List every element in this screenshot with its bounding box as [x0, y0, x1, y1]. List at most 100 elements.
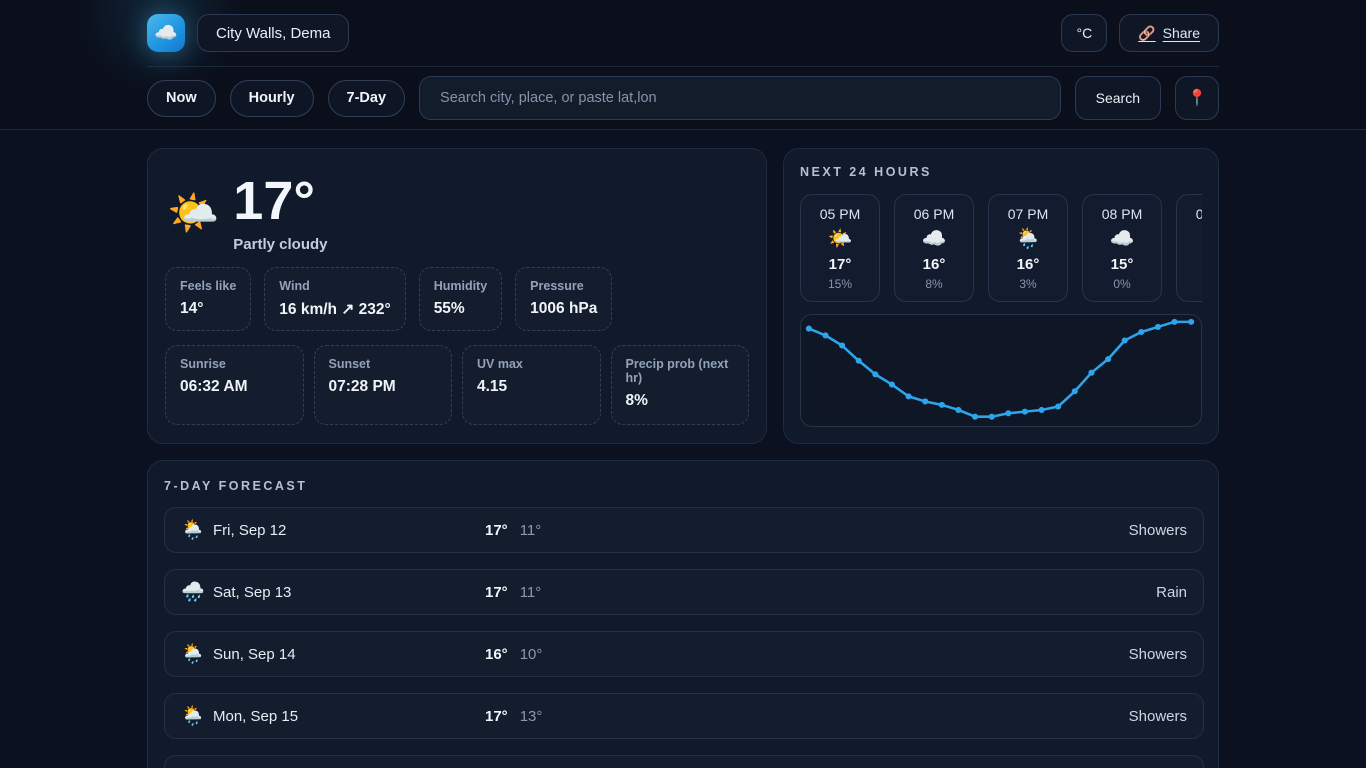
next-24-hours-title: NEXT 24 HOURS	[800, 165, 1202, 179]
stat-tile: Pressure 1006 hPa	[515, 267, 612, 331]
stat-label: Sunset	[329, 357, 438, 371]
stat-value: 14°	[180, 300, 236, 318]
location-chip: City Walls, Dema	[197, 14, 349, 52]
hour-tile: 06 PM ☁️ 16° 8%	[894, 194, 974, 302]
hour-weather-icon: ☁️	[922, 226, 947, 252]
stat-value: 07:28 PM	[329, 378, 438, 396]
stat-label: Pressure	[530, 279, 597, 293]
day-high-temp: 17°	[485, 522, 508, 539]
stat-value: 8%	[626, 392, 735, 410]
hour-time: 09 PM	[1196, 206, 1202, 222]
day-condition: Rain	[1156, 584, 1187, 601]
day-condition: Showers	[1129, 708, 1187, 725]
hour-temp: 16°	[1017, 256, 1040, 273]
hour-weather-icon: 🌤️	[828, 226, 853, 252]
stat-tile: Sunrise 06:32 AM	[165, 345, 304, 425]
hour-precip: 0%	[1113, 277, 1130, 291]
app-logo: ☁️	[147, 14, 185, 52]
forecast-day-row[interactable]: 🌦️ Mon, Sep 15 17° 13° Showers	[164, 693, 1204, 739]
day-low-temp: 13°	[520, 708, 543, 725]
day-date: Mon, Sep 15	[213, 708, 485, 725]
stat-label: UV max	[477, 357, 586, 371]
day-date: Fri, Sep 12	[213, 522, 485, 539]
current-stats-row2: Sunrise 06:32 AM Sunset 07:28 PM UV max …	[165, 345, 749, 425]
nav-tab[interactable]: Hourly	[230, 80, 314, 117]
nav-tab[interactable]: 7-Day	[328, 80, 406, 117]
share-button[interactable]: 🔗 Share	[1119, 14, 1219, 52]
stat-label: Humidity	[434, 279, 487, 293]
partly-cloudy-icon: 🌤️	[167, 192, 219, 234]
current-temperature: 17°	[233, 173, 327, 230]
link-icon: 🔗	[1138, 25, 1155, 42]
share-label: Share	[1163, 25, 1200, 41]
stat-value: 16 km/h ↗ 232°	[279, 300, 390, 319]
hour-time: 07 PM	[1008, 206, 1048, 222]
day-low-temp: 10°	[520, 646, 543, 663]
navbar: Now Hourly 7-Day Search 📍	[147, 67, 1219, 129]
day-high-temp: 16°	[485, 646, 508, 663]
hour-weather-icon: ☁️	[1110, 226, 1135, 252]
hour-tile: 09 PM 🌧️ 15° 0%	[1176, 194, 1202, 302]
stat-label: Feels like	[180, 279, 236, 293]
forecast-day-row[interactable]: 🌦️ Fri, Sep 12 17° 11° Showers	[164, 507, 1204, 553]
stat-value: 1006 hPa	[530, 300, 597, 318]
hour-tile: 08 PM ☁️ 15° 0%	[1082, 194, 1162, 302]
location-label: City Walls, Dema	[216, 25, 330, 42]
hour-tile: 07 PM 🌦️ 16° 3%	[988, 194, 1068, 302]
hour-temp: 17°	[829, 256, 852, 273]
next-24-hours-card: NEXT 24 HOURS 05 PM 🌤️ 17° 15% 06 PM ☁️	[783, 148, 1219, 444]
forecast-day-row[interactable]: 🌧️ Sat, Sep 13 17° 11° Rain	[164, 569, 1204, 615]
stat-label: Sunrise	[180, 357, 289, 371]
app-header: ☁️ City Walls, Dema °C 🔗 Share Now	[0, 0, 1366, 130]
current-weather-card: 🌤️ 17° Partly cloudy Feels like 14°	[147, 148, 767, 444]
stat-tile: Humidity 55%	[419, 267, 502, 331]
day-low-temp: 11°	[520, 584, 542, 601]
stat-value: 4.15	[477, 378, 586, 396]
search-input[interactable]	[419, 76, 1061, 120]
stat-label: Precip prob (next hr)	[626, 357, 735, 385]
day-high-temp: 17°	[485, 584, 508, 601]
hour-precip: 8%	[925, 277, 942, 291]
nav-tab[interactable]: Now	[147, 80, 216, 117]
sparkline-svg	[801, 315, 1201, 426]
day-low-temp: 11°	[520, 522, 542, 539]
forecast-rows: 🌦️ Fri, Sep 12 17° 11° Showers 🌧️ Sat, S…	[164, 507, 1204, 768]
day-high-temp: 17°	[485, 708, 508, 725]
forecast-day-row-partial[interactable]	[164, 755, 1204, 768]
pin-location-button[interactable]: 📍	[1175, 76, 1219, 120]
day-weather-icon: 🌦️	[181, 704, 213, 728]
hour-tile: 05 PM 🌤️ 17° 15%	[800, 194, 880, 302]
current-stats-row1: Feels like 14° Wind 16 km/h ↗ 232° Humid…	[165, 267, 749, 331]
unit-toggle-button[interactable]: °C	[1061, 14, 1107, 52]
stat-value: 55%	[434, 300, 487, 318]
current-condition: Partly cloudy	[233, 236, 327, 253]
stat-tile: Sunset 07:28 PM	[314, 345, 453, 425]
seven-day-forecast-card: 7-DAY FORECAST 🌦️ Fri, Sep 12 17° 11° Sh…	[147, 460, 1219, 768]
hour-temp: 15°	[1111, 256, 1134, 273]
temperature-sparkline-chart	[800, 314, 1202, 427]
forecast-day-row[interactable]: 🌦️ Sun, Sep 14 16° 10° Showers	[164, 631, 1204, 677]
pushpin-icon: 📍	[1187, 88, 1207, 108]
cloud-logo-icon: ☁️	[154, 21, 178, 45]
search-button[interactable]: Search	[1075, 76, 1161, 120]
hour-temp: 16°	[923, 256, 946, 273]
day-date: Sat, Sep 13	[213, 584, 485, 601]
topbar: ☁️ City Walls, Dema °C 🔗 Share	[147, 0, 1219, 67]
day-weather-icon: 🌦️	[181, 642, 213, 666]
stat-tile: Wind 16 km/h ↗ 232°	[264, 267, 405, 331]
hour-time: 08 PM	[1102, 206, 1142, 222]
stat-value: 06:32 AM	[180, 378, 289, 396]
stat-tile: UV max 4.15	[462, 345, 601, 425]
stat-tile: Precip prob (next hr) 8%	[611, 345, 750, 425]
hourly-strip[interactable]: 05 PM 🌤️ 17° 15% 06 PM ☁️ 16° 8%	[800, 194, 1202, 302]
day-date: Sun, Sep 14	[213, 646, 485, 663]
day-weather-icon: 🌦️	[181, 518, 213, 542]
day-condition: Showers	[1129, 646, 1187, 663]
day-condition: Showers	[1129, 522, 1187, 539]
current-hero: 🌤️ 17° Partly cloudy	[165, 173, 749, 253]
hour-precip: 15%	[828, 277, 852, 291]
stat-label: Wind	[279, 279, 390, 293]
hour-precip: 3%	[1019, 277, 1036, 291]
seven-day-forecast-title: 7-DAY FORECAST	[164, 479, 1204, 493]
hour-weather-icon: 🌦️	[1016, 226, 1041, 252]
